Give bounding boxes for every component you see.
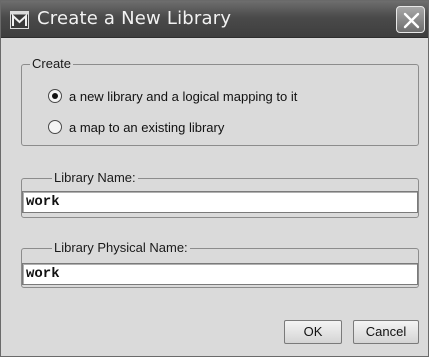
- library-name-field[interactable]: work: [22, 191, 418, 213]
- ok-button[interactable]: OK: [284, 320, 342, 344]
- dialog-body: Create a new library and a logical mappi…: [1, 39, 428, 356]
- radio-label-new-library: a new library and a logical mapping to i…: [69, 89, 298, 104]
- library-name-legend: Library Name:: [52, 170, 138, 185]
- close-button[interactable]: [396, 6, 425, 33]
- close-icon: [403, 12, 420, 29]
- create-library-dialog: Create a New Library Create a new librar…: [0, 0, 429, 357]
- library-physical-name-field[interactable]: work: [22, 263, 418, 285]
- cancel-button[interactable]: Cancel: [353, 320, 419, 344]
- modelsim-m-icon: [10, 11, 29, 29]
- radio-dot: [52, 93, 58, 99]
- dialog-title: Create a New Library: [37, 8, 232, 29]
- radio-button-selected[interactable]: [48, 89, 62, 103]
- radio-button[interactable]: [48, 120, 62, 134]
- radio-label-map-existing: a map to an existing library: [69, 120, 225, 135]
- title-bar[interactable]: Create a New Library: [1, 1, 428, 38]
- create-group-legend: Create: [30, 56, 74, 71]
- library-physical-name-legend: Library Physical Name:: [52, 240, 190, 255]
